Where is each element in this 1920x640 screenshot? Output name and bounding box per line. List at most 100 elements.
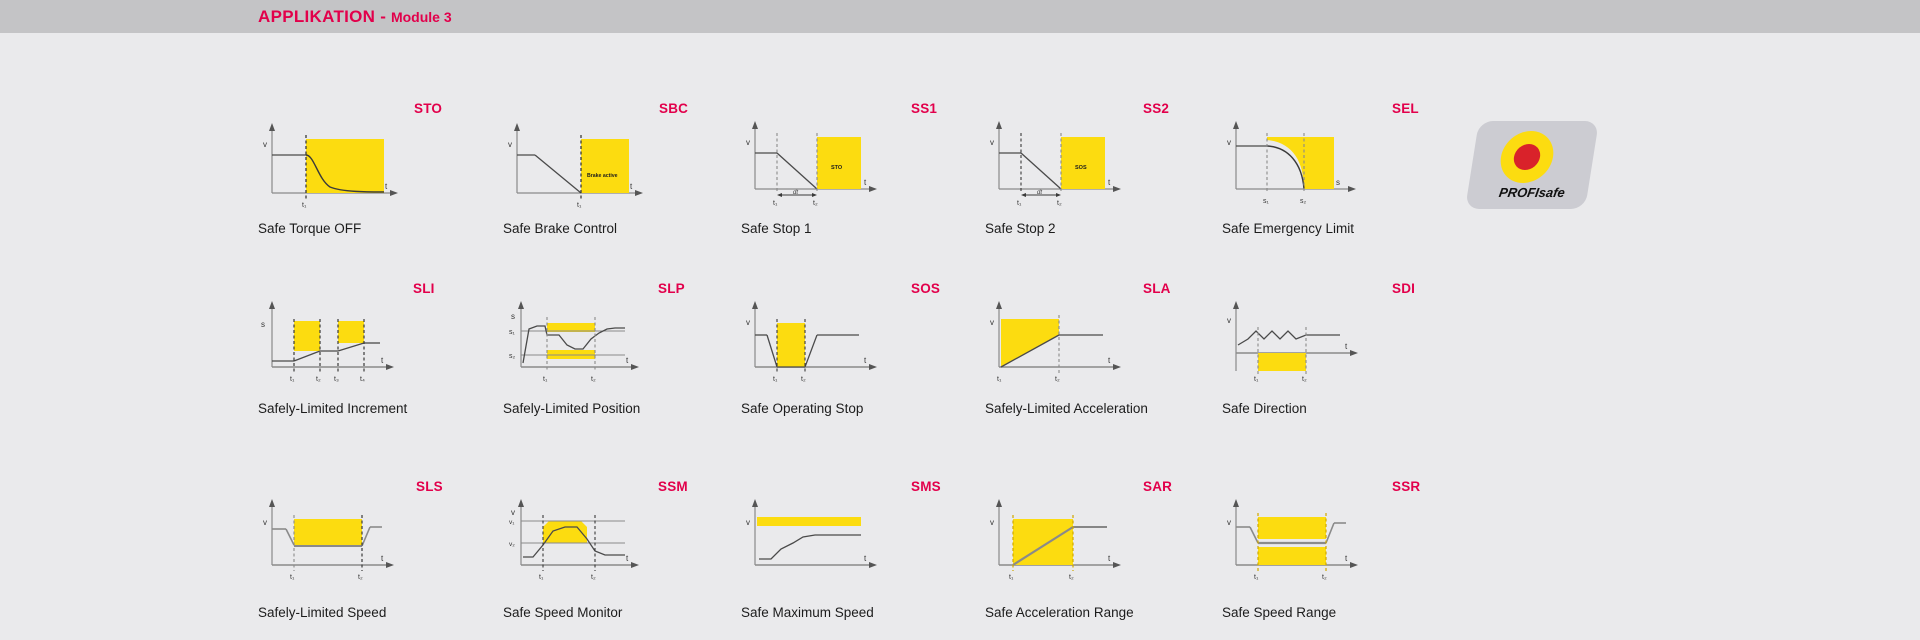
diagram-slp: s t s₁ s₂ t₁ t₂ xyxy=(503,301,643,383)
axis-label-x: t xyxy=(385,182,388,191)
tick-t1: t₁ xyxy=(302,202,307,209)
diagram-sel: v s s₁ s₂ xyxy=(1222,121,1362,205)
ylabel-s2: s₂ xyxy=(509,353,516,360)
axis-label-y: v xyxy=(508,140,512,149)
tick-t2: t₂ xyxy=(801,376,806,383)
function-code-sls: SLS xyxy=(416,479,443,494)
tick-t2: t₂ xyxy=(1069,574,1074,581)
ylabel-v2: v₂ xyxy=(509,541,515,548)
function-code-sar: SAR xyxy=(1143,479,1173,494)
tick-t1: t₁ xyxy=(1254,376,1259,383)
axis-label-x: t xyxy=(630,182,633,191)
function-code-sos: SOS xyxy=(911,281,941,296)
axis-label-x: t xyxy=(1108,178,1111,187)
function-code-sms: SMS xyxy=(911,479,941,494)
function-caption-sms: Safe Maximum Speed xyxy=(741,605,874,620)
region-label-brake-active: Brake active xyxy=(587,173,618,179)
function-caption-sto: Safe Torque OFF xyxy=(258,221,362,236)
diagram-ssr: v t t₁ t₂ xyxy=(1222,499,1362,581)
axis-label-x: t xyxy=(381,356,384,365)
function-caption-ssm: Safe Speed Monitor xyxy=(503,605,623,620)
diagram-ss2: v t t₁ dt t₂ SOS xyxy=(985,121,1125,207)
function-code-sbc: SBC xyxy=(659,101,689,116)
diagram-ss1: v t t₁ dt t₂ STO xyxy=(741,121,881,207)
logo-label: PROFIsafe xyxy=(1497,185,1567,200)
tick-t1: t₁ xyxy=(773,200,778,207)
interval-label-dt: dt xyxy=(1037,190,1042,196)
function-caption-sel: Safe Emergency Limit xyxy=(1222,221,1355,236)
interval-label-dt: dt xyxy=(793,190,798,196)
axis-label-x: t xyxy=(864,178,867,187)
axis-label-y: s xyxy=(511,312,515,321)
diagram-sls: v t t₁ t₂ xyxy=(258,499,398,581)
axis-label-x: t xyxy=(864,356,867,365)
function-code-sdi: SDI xyxy=(1392,281,1416,296)
axis-label-x: t xyxy=(864,554,867,563)
tick-t1: t₁ xyxy=(1254,574,1259,581)
tick-t2: t₂ xyxy=(316,376,321,383)
axis-label-y: v xyxy=(1227,316,1231,325)
axis-label-y: v xyxy=(1227,518,1231,527)
function-caption-sli: Safely-Limited Increment xyxy=(258,401,408,416)
tick-t1: t₁ xyxy=(290,574,295,581)
axis-label-x: s xyxy=(1336,178,1340,187)
tick-t4: t₄ xyxy=(360,376,365,383)
diagram-sto: v t t₁ xyxy=(258,121,398,209)
function-caption-ss2: Safe Stop 2 xyxy=(985,221,1056,236)
function-code-sto: STO xyxy=(414,101,443,116)
axis-label-y: v xyxy=(746,318,750,327)
function-code-ss2: SS2 xyxy=(1143,101,1170,116)
region-label-sos: SOS xyxy=(1075,165,1087,171)
module-subtitle: Module 3 xyxy=(390,8,452,25)
axis-label-y: v xyxy=(990,318,994,327)
function-caption-ssr: Safe Speed Range xyxy=(1222,605,1337,620)
header-bar: APPLIKATION - Module 3 xyxy=(0,0,1920,33)
tick-t1: t₁ xyxy=(773,376,778,383)
title-separator: - xyxy=(380,6,386,26)
page-title: APPLIKATION xyxy=(258,6,376,26)
axis-label-y: v xyxy=(746,138,750,147)
function-code-ssm: SSM xyxy=(658,479,688,494)
tick-t1: t₁ xyxy=(1009,574,1014,581)
function-code-sel: SEL xyxy=(1392,101,1419,116)
tick-s1: s₁ xyxy=(1263,198,1270,205)
region-label-sto: STO xyxy=(831,165,843,171)
tick-t1: t₁ xyxy=(997,376,1002,383)
tick-t2: t₂ xyxy=(813,200,818,207)
ylabel-v1: v₁ xyxy=(509,519,515,526)
axis-label-y: v xyxy=(990,138,994,147)
tick-t2: t₂ xyxy=(358,574,363,581)
axis-label-y: v xyxy=(990,518,994,527)
function-code-ssr: SSR xyxy=(1392,479,1421,494)
axis-label-x: t xyxy=(1108,554,1111,563)
function-caption-sbc: Safe Brake Control xyxy=(503,221,618,236)
function-caption-sla: Safely-Limited Acceleration xyxy=(985,401,1148,416)
axis-label-x: t xyxy=(626,356,629,365)
function-code-sla: SLA xyxy=(1143,281,1171,296)
profisafe-logo: PROFIsafe xyxy=(1465,121,1599,209)
axis-label-x: t xyxy=(1345,554,1348,563)
function-caption-ss1: Safe Stop 1 xyxy=(741,221,812,236)
safety-functions-board: STO v t t₁ Safe Torque OFF SBC v t t₁ Br… xyxy=(0,33,1920,640)
tick-t2: t₂ xyxy=(1322,574,1327,581)
diagram-sar: v t t₁ t₂ xyxy=(985,499,1125,581)
axis-label-y: v xyxy=(746,518,750,527)
tick-t1: t₁ xyxy=(543,376,548,383)
axis-label-y: v xyxy=(263,140,267,149)
diagram-sos: v t t₁ t₂ xyxy=(741,301,881,383)
tick-t1: t₁ xyxy=(1017,200,1022,207)
diagram-sla: v t t₁ t₂ xyxy=(985,301,1125,383)
axis-label-x: t xyxy=(626,554,629,563)
axis-label-x: t xyxy=(381,554,384,563)
tick-t3: t₃ xyxy=(334,376,339,383)
diagram-sdi: v t t₁ t₂ xyxy=(1222,301,1362,383)
function-code-slp: SLP xyxy=(658,281,685,296)
diagram-sli: s t t₁ t₂ t₃ t₄ xyxy=(258,301,398,383)
function-code-sli: SLI xyxy=(413,281,435,296)
tick-t2: t₂ xyxy=(1057,200,1062,207)
axis-label-y: v xyxy=(263,518,267,527)
tick-t1: t₁ xyxy=(290,376,295,383)
diagram-ssm: v t v₁ v₂ t₁ t₂ xyxy=(503,499,643,581)
function-caption-sdi: Safe Direction xyxy=(1222,401,1307,416)
function-caption-slp: Safely-Limited Position xyxy=(503,401,641,416)
